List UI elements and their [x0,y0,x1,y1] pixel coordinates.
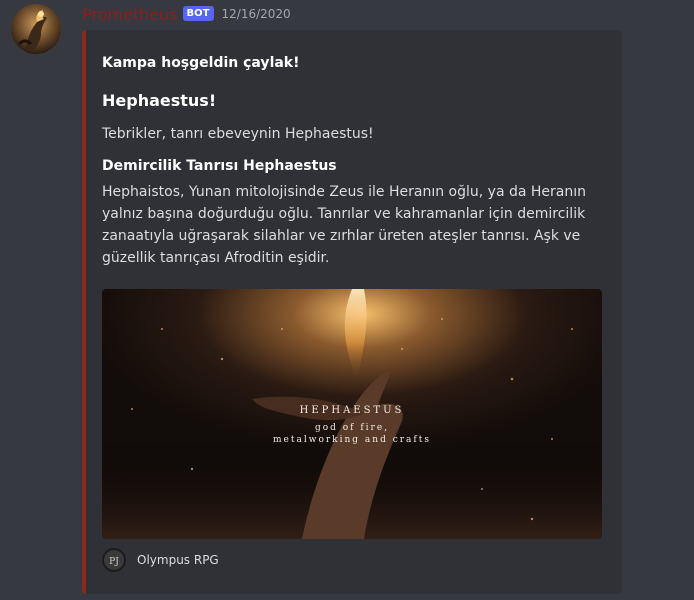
message-embed: Kampa hoşgeldin çaylak! Hephaestus! Tebr… [82,30,622,594]
bot-tag-badge: BOT [182,5,214,21]
image-caption-title: HEPHAESTUS [299,405,405,416]
image-caption-subtitle: god of fire, [314,423,390,433]
message-timestamp[interactable]: 12/16/2020 [222,7,291,21]
embed-field-name: Demircilik Tanrısı Hephaestus [102,158,337,174]
embed-author: Kampa hoşgeldin çaylak! [102,55,300,71]
image-caption-subtitle: metalworking and crafts [273,435,431,445]
embed-footer-text: Olympus RPG [137,553,219,567]
embed-image[interactable]: HEPHAESTUS god of fire, metalworking and… [102,289,602,539]
embed-footer: PJ Olympus RPG [102,548,219,572]
embed-title: Hephaestus! [102,91,217,110]
message-header: Prometheus BOT 12/16/2020 [82,2,291,26]
olympus-rpg-icon: PJ [102,548,126,572]
embed-field-value: Hephaistos, Yunan mitolojisinde Zeus ile… [102,184,587,266]
embed-description: Tebrikler, tanrı ebeveynin Hephaestus! [102,126,374,142]
bot-avatar-icon[interactable] [11,4,61,54]
username[interactable]: Prometheus [82,5,178,24]
footer-icon-text: PJ [109,557,119,567]
chat-message: Prometheus BOT 12/16/2020 Kampa hoşgeldi… [0,0,694,600]
